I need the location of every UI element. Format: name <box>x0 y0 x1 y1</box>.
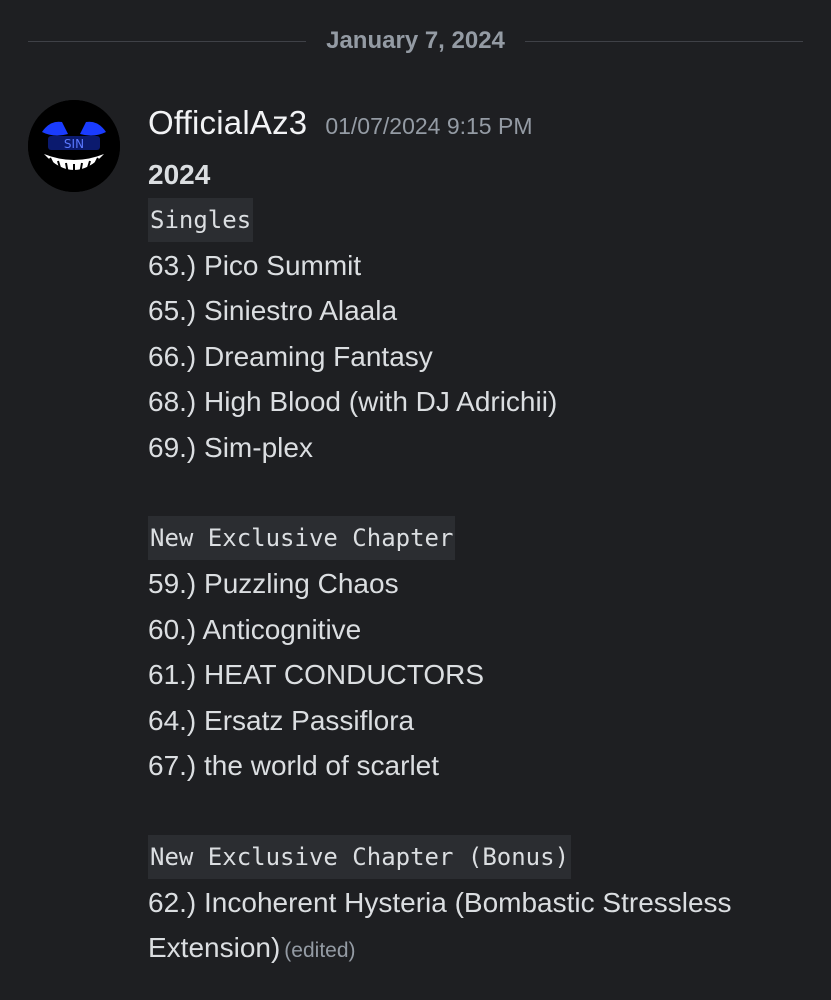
section-label-row: New Exclusive Chapter <box>148 515 818 561</box>
edited-label: (edited) <box>284 939 356 963</box>
avatar-sin-text: SIN <box>64 137 84 151</box>
grinning-face-logo-icon: SIN <box>28 100 120 192</box>
track-item: 68.) High Blood (with DJ Adrichii) <box>148 386 558 418</box>
track-item-text: 62.) Incoherent Hysteria (Bombastic Stre… <box>148 886 732 964</box>
timestamp[interactable]: 01/07/2024 9:15 PM <box>325 113 532 140</box>
divider-line-right <box>524 40 804 42</box>
divider-date: January 7, 2024 <box>326 27 505 54</box>
message-header: OfficialAz3 01/07/2024 9:15 PM <box>148 104 818 152</box>
track-item: 61.) HEAT CONDUCTORS <box>148 659 485 691</box>
track-item: 64.) Ersatz Passiflora <box>148 704 415 736</box>
date-divider: January 7, 2024 <box>28 22 804 60</box>
username[interactable]: OfficialAz3 <box>148 104 307 142</box>
track-item: 63.) Pico Summit <box>148 250 362 281</box>
section-label-row: Singles <box>148 197 818 243</box>
section-label-bonus: New Exclusive Chapter (Bonus) <box>148 834 572 879</box>
message: OfficialAz3 01/07/2024 9:15 PM 2024 Sing… <box>148 104 818 974</box>
track-item: 59.) Puzzling Chaos <box>148 568 399 600</box>
track-item: 65.) Siniestro Alaala <box>148 295 398 327</box>
section-label-row: New Exclusive Chapter (Bonus) <box>148 834 818 880</box>
track-item: 69.) Sim-plex <box>148 431 313 463</box>
track-item: 66.) Dreaming Fantasy <box>148 340 433 372</box>
section-label-singles: Singles <box>148 198 254 242</box>
divider-line-left <box>28 40 307 42</box>
track-item: 67.) the world of scarlet <box>148 750 440 782</box>
track-item: 60.) Anticognitive <box>148 613 362 645</box>
message-heading: 2024 <box>148 159 211 190</box>
section-label-chapter: New Exclusive Chapter <box>148 516 456 561</box>
avatar[interactable]: SIN <box>28 100 120 192</box>
track-item: 62.) Incoherent Hysteria (Bombastic Stre… <box>148 880 818 974</box>
